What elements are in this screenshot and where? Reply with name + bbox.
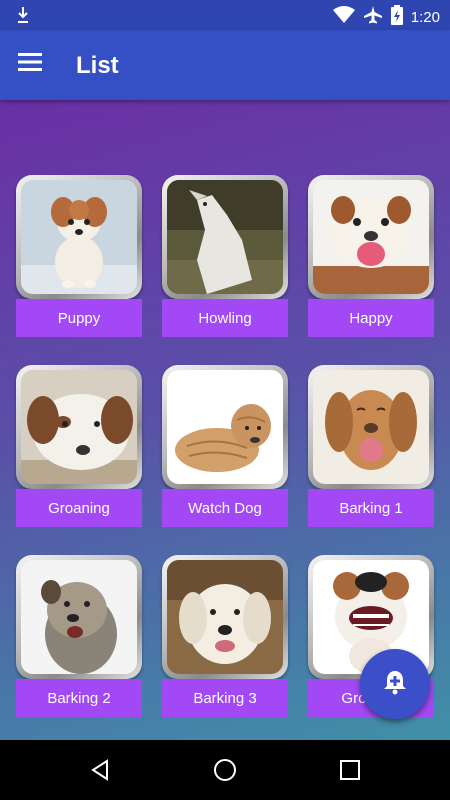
sound-card-barking-1[interactable]: Barking 1 <box>308 365 434 527</box>
photo-frame <box>16 175 142 299</box>
download-icon <box>16 5 30 30</box>
add-alarm-button[interactable] <box>360 649 430 719</box>
retriever-photo <box>167 560 283 674</box>
photo-frame <box>162 175 288 299</box>
puppy-photo <box>21 180 137 294</box>
howling-wolf-photo <box>167 180 283 294</box>
happy-bulldog-photo <box>313 180 429 294</box>
system-nav-bar <box>0 740 450 800</box>
alarm-add-icon <box>381 668 409 701</box>
barking-dog-photo <box>313 370 429 484</box>
photo-frame <box>162 365 288 489</box>
sound-label: Watch Dog <box>162 489 288 527</box>
shar-pei-photo <box>167 370 283 484</box>
photo-frame <box>308 175 434 299</box>
page-title: List <box>76 52 119 79</box>
app-bar: List <box>0 30 450 100</box>
hamburger-menu-icon[interactable] <box>18 52 52 78</box>
sound-card-barking-2[interactable]: Barking 2 <box>16 555 142 717</box>
groaning-dog-photo <box>21 370 137 484</box>
terrier-barking-photo <box>21 560 137 674</box>
sound-card-puppy[interactable]: Puppy <box>16 175 142 337</box>
battery-charging-icon <box>390 5 403 29</box>
airplane-icon <box>363 5 383 29</box>
recents-icon[interactable] <box>335 755 365 785</box>
sound-card-howling[interactable]: Howling <box>162 175 288 337</box>
sound-card-watch-dog[interactable]: Watch Dog <box>162 365 288 527</box>
sound-label: Happy <box>308 299 434 337</box>
sound-label: Puppy <box>16 299 142 337</box>
sound-label: Barking 1 <box>308 489 434 527</box>
photo-frame <box>162 555 288 679</box>
home-icon[interactable] <box>210 755 240 785</box>
photo-frame <box>16 365 142 489</box>
status-bar: 1:20 <box>0 0 450 30</box>
photo-frame <box>308 365 434 489</box>
sound-label: Groaning <box>16 489 142 527</box>
sound-card-happy[interactable]: Happy <box>308 175 434 337</box>
sound-card-barking-3[interactable]: Barking 3 <box>162 555 288 717</box>
photo-frame <box>16 555 142 679</box>
sound-label: Barking 3 <box>162 679 288 717</box>
wifi-icon <box>332 6 355 28</box>
sound-list: Puppy Howling Happy Groaning Watch Dog B… <box>0 100 450 740</box>
sound-card-groaning[interactable]: Groaning <box>16 365 142 527</box>
sound-label: Howling <box>162 299 288 337</box>
back-icon[interactable] <box>85 755 115 785</box>
clock-time: 1:20 <box>410 8 440 26</box>
sound-label: Barking 2 <box>16 679 142 717</box>
